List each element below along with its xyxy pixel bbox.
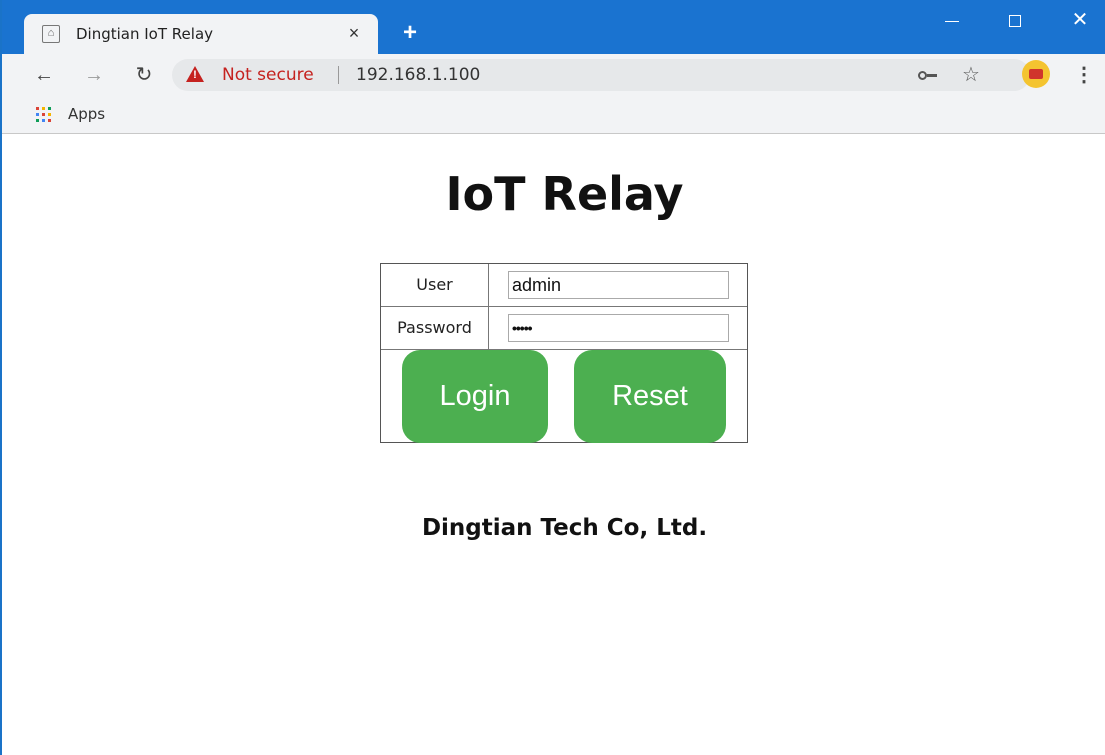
extension-icon-inner <box>1029 69 1043 79</box>
home-icon: ⌂ <box>42 25 60 43</box>
apps-dot <box>42 113 45 116</box>
apps-dot <box>48 119 51 122</box>
reset-button[interactable]: Reset <box>574 350 726 443</box>
apps-dot <box>36 119 39 122</box>
apps-dot <box>42 119 45 122</box>
bookmarks-bar: Apps <box>2 96 1105 134</box>
new-tab-button[interactable]: + <box>398 20 422 46</box>
address-bar[interactable]: ! Not secure 192.168.1.100 ☆ <box>172 59 1030 91</box>
kebab-menu-icon[interactable]: ⋮ <box>1074 62 1094 88</box>
browser-toolbar: ← → ↻ ! Not secure 192.168.1.100 ☆ ⋮ <box>2 54 1105 96</box>
star-icon[interactable]: ☆ <box>962 62 980 87</box>
browser-tab[interactable]: ⌂ Dingtian IoT Relay × <box>24 14 378 54</box>
browser-window: ⌂ Dingtian IoT Relay × + ✕ ← → ↻ ! Not s… <box>0 0 1105 755</box>
login-button[interactable]: Login <box>402 350 548 443</box>
user-label: User <box>381 264 489 306</box>
minimize-button[interactable] <box>932 6 972 36</box>
apps-dot <box>48 107 51 110</box>
close-window-button[interactable]: ✕ <box>1060 6 1100 36</box>
maximize-icon <box>1009 15 1021 28</box>
login-form: User Password Login Reset <box>380 263 748 443</box>
url-text[interactable]: 192.168.1.100 <box>356 65 480 85</box>
user-input[interactable] <box>508 271 729 299</box>
back-button[interactable]: ← <box>30 62 58 88</box>
page-title: IoT Relay <box>445 167 684 221</box>
maximize-button[interactable] <box>995 6 1035 36</box>
forward-button[interactable]: → <box>80 62 108 88</box>
page-content: IoT Relay User Password Login Reset Ding… <box>2 135 1105 755</box>
user-row: User <box>381 264 747 307</box>
extension-icon[interactable] <box>1022 60 1050 88</box>
tab-title: Dingtian IoT Relay <box>76 25 214 43</box>
tab-close-icon[interactable]: × <box>344 22 364 44</box>
password-label: Password <box>381 307 489 349</box>
title-bar: ⌂ Dingtian IoT Relay × + ✕ <box>2 0 1105 54</box>
warning-mark: ! <box>193 69 197 81</box>
apps-grid-icon[interactable] <box>36 107 51 122</box>
company-footer: Dingtian Tech Co, Ltd. <box>421 515 708 541</box>
apps-dot <box>42 107 45 110</box>
apps-dot <box>36 107 39 110</box>
apps-dot <box>36 113 39 116</box>
apps-dot <box>48 113 51 116</box>
key-icon-shaft <box>927 74 937 77</box>
password-input[interactable] <box>508 314 729 342</box>
password-row: Password <box>381 307 747 350</box>
reload-button[interactable]: ↻ <box>130 62 158 88</box>
minimize-icon <box>945 20 959 22</box>
key-icon-head <box>918 71 927 80</box>
apps-bookmark[interactable]: Apps <box>68 105 105 123</box>
security-label[interactable]: Not secure <box>222 65 314 85</box>
address-divider <box>338 66 339 84</box>
